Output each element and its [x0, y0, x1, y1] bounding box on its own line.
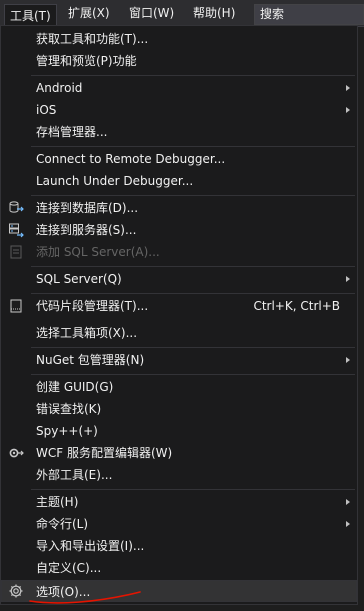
menu-item-connect-remote-debugger[interactable]: Connect to Remote Debugger...: [1, 148, 357, 170]
menu-item-ios[interactable]: iOS: [1, 99, 357, 121]
tools-dropdown-menu: 获取工具和功能(T)... 管理和预览(P)功能 Android iOS 存档管…: [0, 25, 358, 605]
menu-item-nuget-manager[interactable]: NuGet 包管理器(N): [1, 349, 357, 371]
menu-item-command-line[interactable]: 命令行(L): [1, 513, 357, 535]
menu-item-error-lookup[interactable]: 错误查找(K): [1, 398, 357, 420]
menu-item-archive-manager[interactable]: 存档管理器...: [1, 121, 357, 143]
menu-item-android[interactable]: Android: [1, 77, 357, 99]
red-underline-annotation: [29, 591, 141, 604]
menu-item-manage-preview[interactable]: 管理和预览(P)功能: [1, 50, 357, 72]
menu-separator: [31, 489, 355, 490]
submenu-arrow-icon: [346, 521, 350, 527]
menu-item-launch-under-debugger[interactable]: Launch Under Debugger...: [1, 170, 357, 192]
menu-item-customize[interactable]: 自定义(C)...: [1, 557, 357, 579]
menu-window[interactable]: 窗口(W): [124, 5, 179, 22]
shortcut-text: Ctrl+K, Ctrl+B: [253, 299, 340, 313]
wcf-config-icon: [9, 448, 24, 458]
code-snippet-icon: [10, 299, 22, 313]
menu-item-connect-server[interactable]: 连接到服务器(S)...: [1, 219, 357, 241]
menu-item-wcf-editor[interactable]: WCF 服务配置编辑器(W): [1, 442, 357, 464]
menu-item-import-export[interactable]: 导入和导出设置(I)...: [1, 535, 357, 557]
menu-separator: [31, 374, 355, 375]
sql-server-icon: [10, 245, 22, 259]
menu-item-theme[interactable]: 主题(H): [1, 491, 357, 513]
search-box[interactable]: 搜索: [254, 4, 364, 25]
menu-separator: [31, 347, 355, 348]
search-label: 搜索: [260, 7, 285, 21]
menu-item-external-tools[interactable]: 外部工具(E)...: [1, 464, 357, 486]
menu-separator: [31, 266, 355, 267]
menu-separator: [31, 293, 355, 294]
submenu-arrow-icon: [346, 276, 350, 282]
menu-item-choose-toolbox-items[interactable]: 选择工具箱项(X)...: [1, 322, 357, 344]
menu-item-spy[interactable]: Spy++(+): [1, 420, 357, 442]
menu-extensions[interactable]: 扩展(X): [63, 5, 115, 22]
server-connect-icon: [9, 223, 24, 238]
menu-item-get-tools[interactable]: 获取工具和功能(T)...: [1, 28, 357, 50]
menu-separator: [31, 195, 355, 196]
gear-icon: [9, 584, 23, 598]
menu-bar: 工具(T) 扩展(X) 窗口(W) 帮助(H) 搜索: [0, 0, 364, 27]
database-connect-icon: [9, 201, 24, 213]
submenu-arrow-icon: [346, 357, 350, 363]
menu-item-create-guid[interactable]: 创建 GUID(G): [1, 376, 357, 398]
menu-separator: [31, 75, 355, 76]
menu-item-add-sql-server: 添加 SQL Server(A)...: [1, 241, 357, 263]
submenu-arrow-icon: [346, 499, 350, 505]
menu-separator: [31, 146, 355, 147]
menu-item-code-snippets-manager[interactable]: 代码片段管理器(T)... Ctrl+K, Ctrl+B: [1, 295, 357, 317]
menu-help[interactable]: 帮助(H): [188, 5, 240, 22]
submenu-arrow-icon: [346, 85, 350, 91]
menu-item-connect-database[interactable]: 连接到数据库(D)...: [1, 197, 357, 219]
menu-item-sql-server[interactable]: SQL Server(Q): [1, 268, 357, 290]
menu-tools[interactable]: 工具(T): [4, 4, 57, 27]
submenu-arrow-icon: [346, 107, 350, 113]
